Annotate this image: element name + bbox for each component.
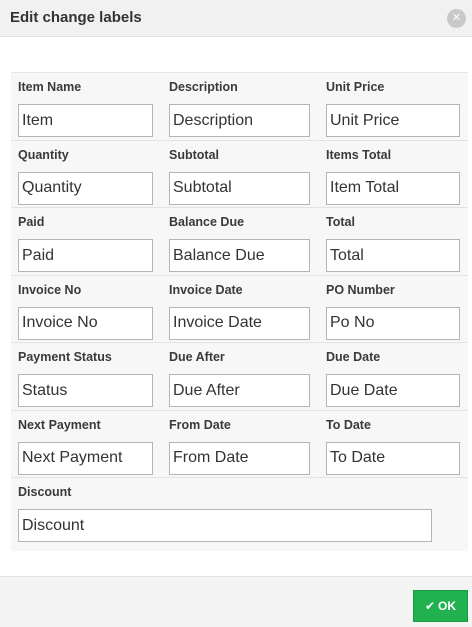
payment-status-input[interactable] xyxy=(18,374,153,407)
edit-labels-dialog: Edit change labels ✕ Item Name Descripti… xyxy=(0,0,472,627)
field-label: Description xyxy=(169,80,238,94)
invoice-no-input[interactable] xyxy=(18,306,153,340)
field-label: Due After xyxy=(169,350,225,364)
field-description: Description xyxy=(169,73,310,140)
subtotal-input[interactable] xyxy=(169,171,310,205)
table-row: Invoice No Invoice Date PO Number xyxy=(11,276,468,343)
field-po-number: PO Number xyxy=(326,276,460,343)
field-label: Payment Status xyxy=(18,350,112,364)
field-subtotal: Subtotal xyxy=(169,141,310,208)
dialog-title: Edit change labels xyxy=(10,9,142,26)
field-label: PO Number xyxy=(326,282,395,297)
field-label: Paid xyxy=(18,215,45,229)
ok-button[interactable]: ✔ OK xyxy=(413,590,468,622)
close-icon[interactable]: ✕ xyxy=(447,9,466,28)
from-date-input[interactable] xyxy=(169,441,310,475)
field-label: Item Name xyxy=(18,80,82,94)
field-paid: Paid xyxy=(18,208,153,275)
ok-button-label: OK xyxy=(438,599,457,613)
discount-input[interactable] xyxy=(18,509,432,542)
field-label: To Date xyxy=(326,417,371,432)
due-date-input[interactable] xyxy=(326,374,460,407)
table-row: Quantity Subtotal Items Total xyxy=(11,141,468,208)
field-due-date: Due Date xyxy=(326,343,460,410)
table-row: Next Payment From Date To Date xyxy=(11,411,468,478)
field-label: Items Total xyxy=(326,147,392,162)
quantity-input[interactable] xyxy=(18,171,153,205)
field-label: Invoice No xyxy=(18,282,82,297)
field-label: Subtotal xyxy=(169,147,219,162)
field-item-name: Item Name xyxy=(18,73,153,140)
check-icon: ✔ xyxy=(424,599,436,613)
field-label: Invoice Date xyxy=(169,282,243,297)
items-total-input[interactable] xyxy=(326,171,460,205)
table-row: Paid Balance Due Total xyxy=(11,208,468,276)
field-label: Balance Due xyxy=(169,215,245,229)
table-row: Payment Status Due After Due Date xyxy=(11,343,468,411)
field-label: From Date xyxy=(169,417,231,432)
field-label: Next Payment xyxy=(18,417,101,432)
field-quantity: Quantity xyxy=(18,141,153,208)
field-label: Total xyxy=(326,215,355,229)
field-label: Due Date xyxy=(326,350,381,364)
field-invoice-no: Invoice No xyxy=(18,276,153,343)
field-label: Quantity xyxy=(18,147,69,162)
field-unit-price: Unit Price xyxy=(326,73,460,140)
po-number-input[interactable] xyxy=(326,306,460,340)
to-date-input[interactable] xyxy=(326,441,460,475)
unit-price-input[interactable] xyxy=(326,104,460,137)
field-label: Discount xyxy=(18,485,72,499)
dialog-header: Edit change labels ✕ xyxy=(0,0,472,37)
item-name-input[interactable] xyxy=(18,104,153,137)
field-label: Unit Price xyxy=(326,80,385,94)
field-discount: Discount xyxy=(18,478,432,551)
field-balance-due: Balance Due xyxy=(169,208,310,275)
labels-table: Item Name Description Unit Price Quantit… xyxy=(11,72,468,551)
due-after-input[interactable] xyxy=(169,374,310,407)
dialog-footer: ✔ OK xyxy=(0,576,472,627)
field-to-date: To Date xyxy=(326,411,460,478)
field-due-after: Due After xyxy=(169,343,310,410)
field-invoice-date: Invoice Date xyxy=(169,276,310,343)
field-items-total: Items Total xyxy=(326,141,460,208)
paid-input[interactable] xyxy=(18,239,153,272)
next-payment-input[interactable] xyxy=(18,441,153,475)
field-payment-status: Payment Status xyxy=(18,343,153,410)
description-input[interactable] xyxy=(169,104,310,137)
field-from-date: From Date xyxy=(169,411,310,478)
table-row: Discount xyxy=(11,478,468,551)
invoice-date-input[interactable] xyxy=(169,306,310,340)
balance-due-input[interactable] xyxy=(169,239,310,272)
field-next-payment: Next Payment xyxy=(18,411,153,478)
table-row: Item Name Description Unit Price xyxy=(11,73,468,141)
field-total: Total xyxy=(326,208,460,275)
total-input[interactable] xyxy=(326,239,460,272)
